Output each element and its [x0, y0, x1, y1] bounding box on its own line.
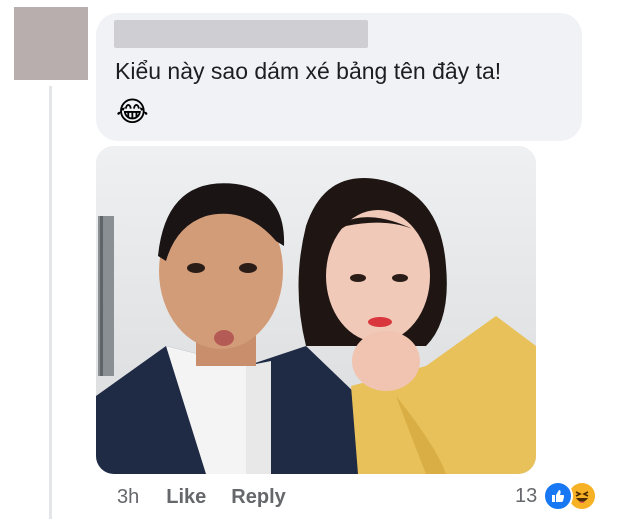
comment-photo[interactable]	[96, 146, 536, 474]
commenter-avatar[interactable]	[14, 7, 88, 80]
comment-text: Kiểu này sao dám xé bảng tên đây ta!	[115, 58, 502, 84]
laughing-emoji-icon: 😂	[116, 95, 149, 128]
thumbs-up-icon	[543, 481, 574, 511]
commenter-name-redacted[interactable]	[114, 20, 368, 48]
reply-button[interactable]: Reply	[231, 486, 285, 509]
selfie-photo-image	[96, 146, 536, 474]
comment-actions: 3h Like Reply	[117, 485, 286, 509]
reactions-summary[interactable]: 13	[515, 481, 598, 511]
like-button[interactable]: Like	[166, 486, 206, 509]
thread-line	[49, 86, 52, 519]
reaction-count: 13	[515, 484, 538, 507]
comment-timestamp[interactable]: 3h	[117, 486, 139, 509]
comment-bubble: Kiểu này sao dám xé bảng tên đây ta! 😂	[96, 13, 582, 141]
